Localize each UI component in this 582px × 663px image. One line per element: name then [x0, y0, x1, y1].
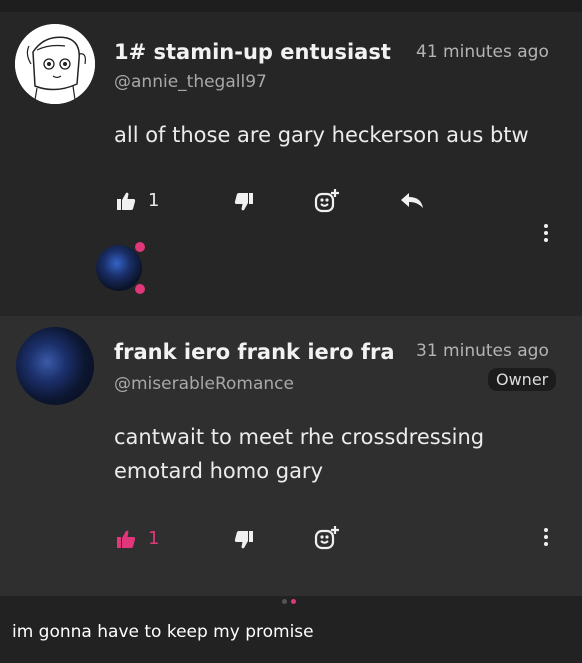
carousel-dot[interactable]	[282, 599, 287, 604]
carousel-dot-active[interactable]	[291, 599, 296, 604]
thumbs-up-icon	[117, 530, 136, 548]
heart-badge-icon	[135, 284, 145, 294]
caption-text: im gonna have to keep my promise	[12, 622, 314, 642]
more-vertical-icon	[544, 528, 548, 532]
like-button[interactable]: 1	[116, 190, 159, 211]
avatar-frank[interactable]	[16, 327, 94, 405]
comment-text: cantwait to meet rhe crossdressing emota…	[114, 420, 484, 488]
reply-button[interactable]	[400, 192, 424, 210]
reply-icon	[401, 193, 423, 208]
carousel-dots[interactable]	[282, 599, 296, 604]
mini-avatar[interactable]	[96, 245, 142, 291]
add-reaction-icon	[314, 526, 339, 550]
comment-timestamp[interactable]: 41 minutes ago	[416, 42, 549, 62]
top-strip	[0, 0, 582, 12]
dislike-button[interactable]	[234, 192, 254, 212]
owner-badge: Owner	[488, 368, 557, 391]
avatar-annie[interactable]	[15, 24, 95, 104]
comments-screenshot: 1# stamin-up entusiast 41 minutes ago @a…	[0, 0, 582, 663]
heart-badge-icon	[135, 242, 145, 252]
comment-author-name[interactable]: frank iero frank iero frank iero	[114, 340, 396, 364]
add-reaction-button[interactable]	[314, 525, 340, 551]
more-options-button[interactable]	[544, 224, 548, 245]
add-reaction-icon	[314, 189, 339, 213]
more-options-button[interactable]	[544, 528, 548, 549]
like-count: 1	[148, 528, 160, 549]
thumbs-up-icon	[117, 192, 136, 210]
more-vertical-icon	[544, 224, 548, 228]
thumbs-down-icon	[234, 531, 253, 549]
comment-text: all of those are gary heckerson aus btw	[114, 123, 529, 147]
like-button[interactable]: 1	[116, 528, 159, 549]
comment-author-name[interactable]: 1# stamin-up entusiast	[114, 40, 394, 64]
comment-timestamp[interactable]: 31 minutes ago	[416, 341, 549, 361]
comment-text-line: cantwait to meet rhe crossdressing	[114, 425, 485, 449]
comment-text-line: emotard homo gary	[114, 459, 323, 483]
like-count: 1	[148, 190, 160, 211]
add-reaction-button[interactable]	[314, 188, 340, 214]
thumbs-down-icon	[234, 193, 253, 211]
sketch-avatar-icon	[15, 24, 95, 104]
comment-author-handle: @annie_thegall97	[114, 72, 267, 92]
comment-author-handle: @miserableRomance	[114, 374, 294, 394]
dislike-button[interactable]	[234, 530, 254, 550]
